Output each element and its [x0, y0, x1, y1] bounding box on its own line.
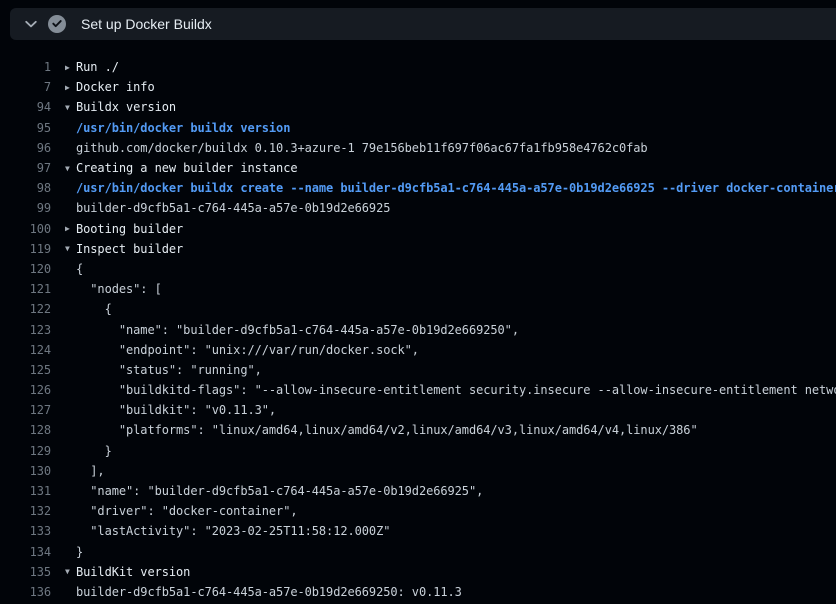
line-number[interactable]: 99 [0, 201, 51, 215]
line-text: /usr/bin/docker buildx create --name bui… [76, 181, 836, 195]
log-line: 120 { [0, 259, 836, 279]
log-line: 130 ], [0, 461, 836, 481]
log-line: 99 builder-d9cfb5a1-c764-445a-a57e-0b19d… [0, 198, 836, 218]
log-line: 123 "name": "builder-d9cfb5a1-c764-445a-… [0, 319, 836, 339]
line-number[interactable]: 132 [0, 504, 51, 518]
line-number[interactable]: 100 [0, 222, 51, 236]
line-text: Docker info [76, 80, 155, 94]
log-line[interactable]: 135 ▼ BuildKit version [0, 562, 836, 582]
log-line: 128 "platforms": "linux/amd64,linux/amd6… [0, 420, 836, 440]
line-text: "platforms": "linux/amd64,linux/amd64/v2… [76, 423, 698, 437]
line-number[interactable]: 95 [0, 121, 51, 135]
line-number[interactable]: 131 [0, 484, 51, 498]
log-line: 132 "driver": "docker-container", [0, 501, 836, 521]
line-number[interactable]: 129 [0, 444, 51, 458]
line-number[interactable]: 120 [0, 262, 51, 276]
group-marker-icon: ▼ [51, 244, 76, 253]
log-line[interactable]: 1 ▶ Run ./ [0, 57, 836, 77]
log-line: 129 } [0, 441, 836, 461]
line-number[interactable]: 94 [0, 100, 51, 114]
group-marker-icon: ▶ [51, 224, 76, 233]
line-text: "name": "builder-d9cfb5a1-c764-445a-a57e… [76, 323, 519, 337]
log-line: 133 "lastActivity": "2023-02-25T11:58:12… [0, 521, 836, 541]
log-line[interactable]: 94 ▼ Buildx version [0, 97, 836, 117]
line-number[interactable]: 133 [0, 524, 51, 538]
line-number[interactable]: 96 [0, 141, 51, 155]
log-line: 95 /usr/bin/docker buildx version [0, 118, 836, 138]
log-line[interactable]: 97 ▼ Creating a new builder instance [0, 158, 836, 178]
log-line: 122 { [0, 299, 836, 319]
line-text: { [76, 302, 112, 316]
log-line[interactable]: 100 ▶ Booting builder [0, 219, 836, 239]
line-number[interactable]: 7 [0, 80, 51, 94]
log-line[interactable]: 7 ▶ Docker info [0, 77, 836, 97]
log-line[interactable]: 119 ▼ Inspect builder [0, 239, 836, 259]
log-line: 134 } [0, 542, 836, 562]
line-number[interactable]: 124 [0, 343, 51, 357]
line-text: "endpoint": "unix:///var/run/docker.sock… [76, 343, 419, 357]
line-text: } [76, 444, 112, 458]
line-text: "nodes": [ [76, 282, 162, 296]
log-line: 127 "buildkit": "v0.11.3", [0, 400, 836, 420]
line-text: BuildKit version [76, 565, 190, 579]
line-text: "status": "running", [76, 363, 262, 377]
line-number[interactable]: 122 [0, 302, 51, 316]
log-line: 125 "status": "running", [0, 360, 836, 380]
line-text: "driver": "docker-container", [76, 504, 297, 518]
line-text: builder-d9cfb5a1-c764-445a-a57e-0b19d2e6… [76, 585, 462, 599]
group-marker-icon: ▶ [51, 83, 76, 92]
line-text: } [76, 545, 83, 559]
chevron-down-icon[interactable] [23, 16, 39, 32]
log-line: 126 "buildkitd-flags": "--allow-insecure… [0, 380, 836, 400]
line-text: Creating a new builder instance [76, 161, 297, 175]
workflow-log-page: Set up Docker Buildx 1 ▶ Run ./ 7 ▶ Dock… [0, 0, 836, 604]
line-text: github.com/docker/buildx 0.10.3+azure-1 … [76, 141, 648, 155]
line-number[interactable]: 1 [0, 60, 51, 74]
line-text: Inspect builder [76, 242, 183, 256]
line-number[interactable]: 123 [0, 323, 51, 337]
line-number[interactable]: 134 [0, 545, 51, 559]
line-text: "name": "builder-d9cfb5a1-c764-445a-a57e… [76, 484, 483, 498]
group-marker-icon: ▼ [51, 103, 76, 112]
log-line: 121 "nodes": [ [0, 279, 836, 299]
line-text: Booting builder [76, 222, 183, 236]
log-line: 98 /usr/bin/docker buildx create --name … [0, 178, 836, 198]
log-line: 96 github.com/docker/buildx 0.10.3+azure… [0, 138, 836, 158]
group-marker-icon: ▼ [51, 164, 76, 173]
line-number[interactable]: 125 [0, 363, 51, 377]
line-number[interactable]: 135 [0, 565, 51, 579]
log-line: 124 "endpoint": "unix:///var/run/docker.… [0, 340, 836, 360]
line-text: { [76, 262, 83, 276]
line-number[interactable]: 126 [0, 383, 51, 397]
line-text: "buildkitd-flags": "--allow-insecure-ent… [76, 383, 836, 397]
line-text: Buildx version [76, 100, 176, 114]
line-number[interactable]: 127 [0, 403, 51, 417]
line-text: /usr/bin/docker buildx version [76, 121, 290, 135]
line-number[interactable]: 130 [0, 464, 51, 478]
line-number[interactable]: 119 [0, 242, 51, 256]
group-marker-icon: ▼ [51, 567, 76, 576]
check-circle-icon [48, 15, 66, 33]
line-text: "lastActivity": "2023-02-25T11:58:12.000… [76, 524, 390, 538]
line-text: builder-d9cfb5a1-c764-445a-a57e-0b19d2e6… [76, 201, 390, 215]
line-number[interactable]: 97 [0, 161, 51, 175]
line-number[interactable]: 121 [0, 282, 51, 296]
step-title: Set up Docker Buildx [81, 16, 212, 32]
log-line: 131 "name": "builder-d9cfb5a1-c764-445a-… [0, 481, 836, 501]
line-number[interactable]: 128 [0, 423, 51, 437]
log-line: 136 builder-d9cfb5a1-c764-445a-a57e-0b19… [0, 582, 836, 602]
line-text: "buildkit": "v0.11.3", [76, 403, 276, 417]
line-text: Run ./ [76, 60, 119, 74]
step-header[interactable]: Set up Docker Buildx [10, 8, 836, 40]
line-number[interactable]: 136 [0, 585, 51, 599]
group-marker-icon: ▶ [51, 63, 76, 72]
line-number[interactable]: 98 [0, 181, 51, 195]
line-text: ], [76, 464, 105, 478]
log-lines: 1 ▶ Run ./ 7 ▶ Docker info 94 ▼ Buildx v… [0, 40, 836, 602]
